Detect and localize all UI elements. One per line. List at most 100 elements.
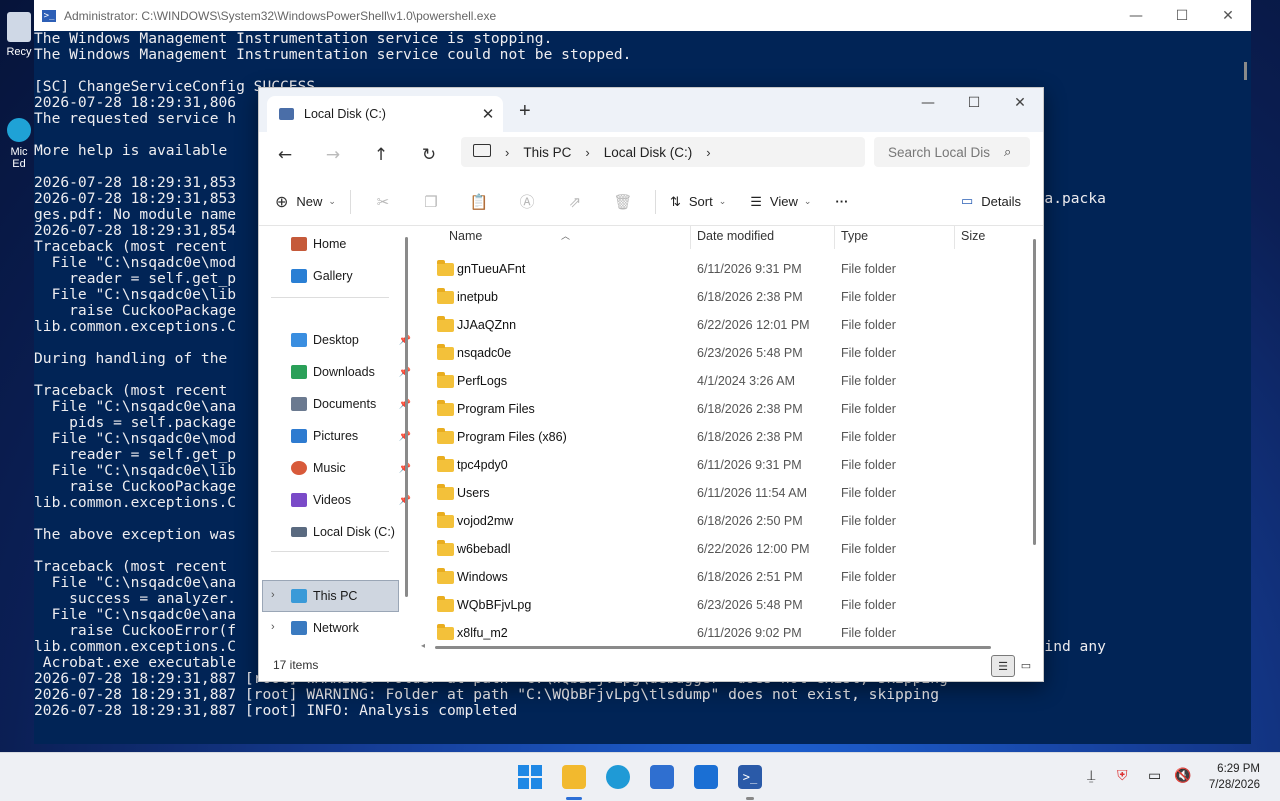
table-row[interactable]: Windows 6/18/2026 2:51 PM File folder [415,563,1025,591]
sidebar-item-this-pc[interactable]: This PC [291,582,415,610]
folder-icon [437,567,454,584]
file-date: 6/11/2026 11:54 AM [697,486,808,500]
chevron-right-icon[interactable]: › [271,621,275,633]
file-date: 6/23/2026 5:48 PM [697,598,803,612]
file-list-scrollbar[interactable] [1031,225,1037,650]
chevron-right-icon[interactable]: › [706,145,710,160]
horizontal-scrollbar[interactable] [435,646,991,649]
table-row[interactable]: WQbBFjvLpg 6/23/2026 5:48 PM File folder [415,591,1025,619]
column-size[interactable]: Size [961,229,985,243]
paste-icon[interactable]: 📋 [455,193,503,211]
table-row[interactable]: Program Files (x86) 6/18/2026 2:38 PM File… [415,423,1025,451]
sidebar-item-documents[interactable]: Documents 📌 [291,390,415,418]
divider [271,297,389,298]
sort-button[interactable]: ⇅ Sort ⌄ [670,194,726,210]
recycle-bin-icon[interactable]: Recy [4,12,34,58]
breadcrumb-local-disk[interactable]: Local Disk (C:) [604,145,693,160]
table-row[interactable]: x8lfu_m2 6/11/2026 9:02 PM File folder [415,619,1025,647]
rename-icon[interactable]: Ⓐ [503,191,551,212]
powershell-taskbar-icon[interactable]: >_ [738,765,762,789]
column-date-modified[interactable]: Date modified [697,229,774,243]
back-button[interactable]: ← [261,145,309,165]
address-bar[interactable]: › This PC › Local Disk (C:) › [461,137,865,167]
more-options-button[interactable]: ··· [835,194,848,209]
refresh-button[interactable]: ↻ [405,145,453,165]
chevron-down-icon: ⌄ [718,196,727,206]
table-row[interactable]: inetpub 6/18/2026 2:38 PM File folder [415,283,1025,311]
sidebar-item-music[interactable]: Music 📌 [291,454,415,482]
forward-button[interactable]: → [309,145,357,165]
sidebar-item-videos[interactable]: Videos 📌 [291,486,415,514]
search-box[interactable]: Search Local Dis ⌕ [874,137,1030,167]
scroll-left-icon[interactable]: ◂ [421,641,425,650]
chevron-right-icon[interactable]: › [585,145,589,160]
details-view-button[interactable]: ☰ [991,655,1015,677]
close-button[interactable]: ✕ [1205,8,1251,24]
sidebar-item-local-disk[interactable]: Local Disk (C:) [291,518,401,546]
new-button[interactable]: ⊕ New ⌄ [275,192,336,212]
table-row[interactable]: w6bebadl 6/22/2026 12:00 PM File folder [415,535,1025,563]
chevron-right-icon[interactable]: › [505,145,509,160]
sidebar-item-label: Videos [313,493,351,507]
file-explorer-taskbar-icon[interactable] [562,765,586,789]
folder-icon [437,371,454,388]
maximize-button[interactable]: ☐ [1159,8,1205,24]
view-button[interactable]: ☰ View ⌄ [750,194,811,210]
file-explorer-window[interactable]: Local Disk (C:) ✕ + — ☐ ✕ ← → ↑ ↻ › This… [258,87,1044,682]
copy-icon[interactable]: ❐ [407,193,455,211]
explorer-maximize-button[interactable]: ☐ [951,95,997,111]
cut-icon[interactable]: ✂ [359,193,407,211]
table-row[interactable]: vojod2mw 6/18/2026 2:50 PM File folder [415,507,1025,535]
details-button[interactable]: ▭ Details [961,193,1021,209]
table-row[interactable]: Users 6/11/2026 11:54 AM File folder [415,479,1025,507]
search-placeholder: Search Local Dis [888,144,991,160]
sidebar-item-network[interactable]: Network [291,614,415,642]
network-icon [291,621,307,635]
column-type[interactable]: Type [841,229,868,243]
up-button[interactable]: ↑ [357,145,405,165]
store-taskbar-icon[interactable] [650,765,674,789]
chevron-right-icon[interactable]: › [271,589,275,601]
table-row[interactable]: PerfLogs 4/1/2024 3:26 AM File folder [415,367,1025,395]
security-icon[interactable]: ⛨ [1117,767,1128,784]
table-row[interactable]: JJAaQZnn 6/22/2026 12:01 PM File folder [415,311,1025,339]
new-tab-button[interactable]: + [519,100,531,123]
volume-muted-icon[interactable]: 🔇 [1174,767,1191,784]
details-pane-icon: ▭ [960,193,974,208]
share-icon[interactable]: ⇗ [551,193,599,211]
tab-local-disk[interactable]: Local Disk (C:) ✕ [267,96,503,132]
breadcrumb-this-pc[interactable]: This PC [523,145,571,160]
minimize-button[interactable]: — [1113,8,1159,24]
close-tab-icon[interactable]: ✕ [473,105,503,123]
start-button[interactable] [518,765,542,789]
sidebar-item-gallery[interactable]: Gallery [291,262,415,290]
recycle-bin-label: Recy [6,46,32,58]
powershell-titlebar[interactable]: >_ Administrator: C:\WINDOWS\System32\Wi… [34,0,1251,31]
outlook-taskbar-icon[interactable] [694,765,718,789]
column-name[interactable]: Name [449,229,482,243]
sidebar-item-downloads[interactable]: Downloads 📌 [291,358,415,386]
file-name: nsqadc0e [457,346,512,360]
sidebar-item-pictures[interactable]: Pictures 📌 [291,422,415,450]
display-icon[interactable]: ▭ [1148,767,1161,784]
table-row[interactable]: tpc4pdy0 6/11/2026 9:31 PM File folder [415,451,1025,479]
clock[interactable]: 6:29 PM 7/28/2026 [1209,761,1260,793]
powershell-scrollbar[interactable] [1244,62,1247,80]
console-line: The Windows Management Instrumentation s… [34,31,553,47]
file-type: File folder [841,458,896,472]
explorer-close-button[interactable]: ✕ [997,95,1043,111]
table-row[interactable]: nsqadc0e 6/23/2026 5:48 PM File folder [415,339,1025,367]
usb-icon[interactable]: ⍊ [1087,767,1095,784]
delete-icon[interactable]: 🗑 [599,193,647,211]
tiles-view-button[interactable]: ▭ [1015,655,1037,675]
sidebar-item-desktop[interactable]: Desktop 📌 [291,326,415,354]
sidebar-item-home[interactable]: Home [291,230,415,258]
edge-desktop-icon[interactable]: Mic Ed [4,118,34,170]
explorer-minimize-button[interactable]: — [905,95,951,111]
file-name: tpc4pdy0 [457,458,508,472]
table-row[interactable]: gnTueuAFnt 6/11/2026 9:31 PM File folder [415,255,1025,283]
edge-taskbar-icon[interactable] [606,765,630,789]
sidebar-scrollbar[interactable] [404,225,409,650]
table-row[interactable]: Program Files 6/18/2026 2:38 PM File folde… [415,395,1025,423]
